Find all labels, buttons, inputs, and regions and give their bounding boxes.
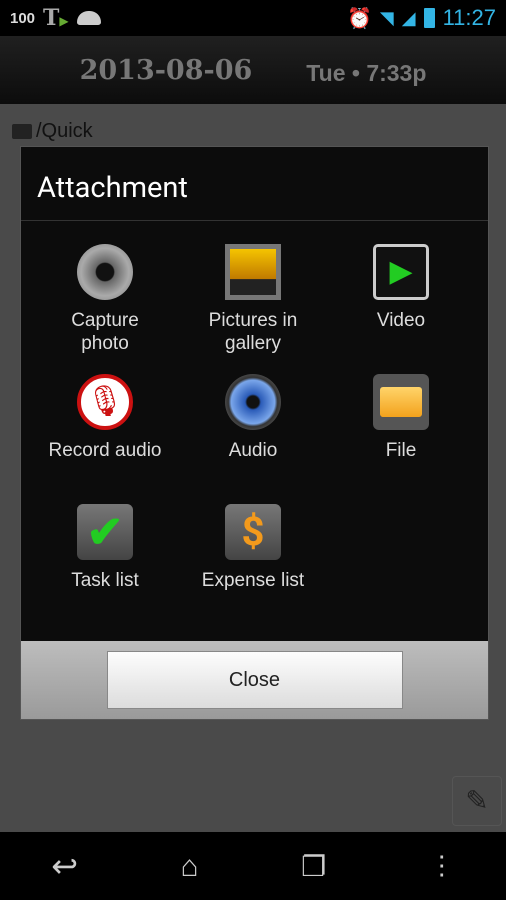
alarm-icon: ⏰	[346, 7, 372, 30]
wifi-icon: ◥	[379, 7, 394, 28]
battery-level: 100	[10, 9, 36, 27]
option-label: Pictures in gallery	[208, 310, 298, 354]
day-time-label: Tue • 7:33p	[306, 59, 427, 86]
pictures-in-gallery-option[interactable]: Pictures in gallery	[179, 243, 327, 359]
status-bar: 100 T▶ ⏰ ◥ ◢ 11:27	[0, 0, 506, 36]
edit-button[interactable]: ✎	[452, 776, 502, 826]
folder-path[interactable]: /Quick	[12, 120, 93, 143]
battery-charging-icon	[423, 8, 435, 28]
clock: 11:27	[442, 5, 496, 30]
audio-option[interactable]: Audio	[179, 373, 327, 489]
option-label: Record audio	[48, 440, 162, 461]
folder-label: /Quick	[36, 120, 93, 142]
option-label: Expense list	[201, 570, 305, 591]
attachment-grid: Capture photo Pictures in gallery ▶ Vide…	[31, 243, 477, 619]
expense-list-option[interactable]: $ Expense list	[179, 503, 327, 619]
record-audio-option[interactable]: 🎙 Record audio	[31, 373, 179, 489]
date-label: 2013-08-06	[79, 54, 253, 86]
home-icon[interactable]: ⌂	[181, 849, 199, 884]
signal-icon: ◢	[401, 7, 416, 28]
menu-icon[interactable]: ⋮	[429, 851, 455, 881]
video-icon: ▶	[372, 243, 430, 301]
gallery-icon	[224, 243, 282, 301]
option-label: Task list	[71, 570, 139, 591]
recent-apps-icon[interactable]: ❐	[301, 850, 326, 883]
dialog-footer: Close	[21, 641, 488, 719]
folder-icon	[12, 124, 32, 139]
folder-icon	[372, 373, 430, 431]
checkmark-icon: ✔	[76, 503, 134, 561]
option-label: Capture photo	[71, 310, 139, 354]
dialog-title: Attachment	[21, 147, 488, 221]
back-icon[interactable]: ↩	[51, 847, 78, 885]
option-label: Video	[376, 310, 426, 331]
t-app-icon: T▶	[43, 5, 69, 31]
microphone-icon: 🎙	[76, 373, 134, 431]
task-list-option[interactable]: ✔ Task list	[31, 503, 179, 619]
camera-icon	[76, 243, 134, 301]
attachment-dialog: Attachment Capture photo Pictures in gal…	[20, 146, 489, 720]
capture-photo-option[interactable]: Capture photo	[31, 243, 179, 359]
speaker-icon	[224, 373, 282, 431]
navigation-bar: ↩ ⌂ ❐ ⋮	[0, 832, 506, 900]
android-icon	[76, 11, 101, 25]
video-option[interactable]: ▶ Video	[327, 243, 475, 359]
pencil-icon: ✎	[465, 784, 489, 817]
option-label: File	[385, 440, 417, 461]
close-button[interactable]: Close	[106, 651, 403, 709]
option-label: Audio	[228, 440, 278, 461]
date-header: 2013-08-06 Tue • 7:33p	[0, 36, 506, 104]
file-option[interactable]: File	[327, 373, 475, 489]
dollar-icon: $	[224, 503, 282, 561]
